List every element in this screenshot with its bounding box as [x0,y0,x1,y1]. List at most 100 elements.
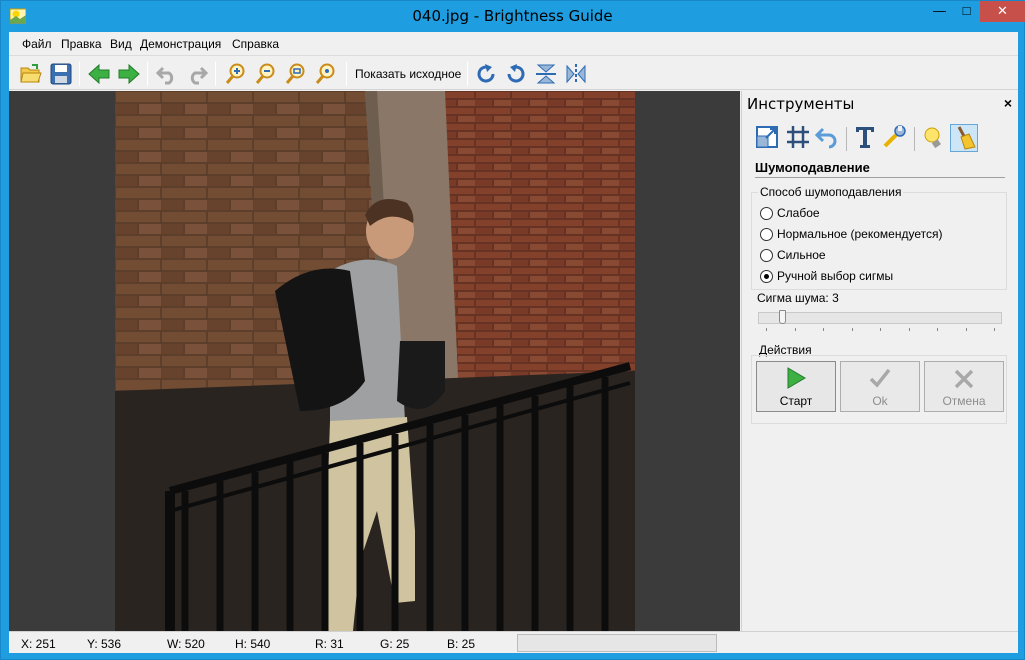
panel-close-icon[interactable]: × [1004,95,1012,111]
slider-tick [909,328,910,331]
slider-tick [795,328,796,331]
zoom-out-icon [255,63,275,84]
status-y: Y: 536 [87,637,122,651]
redo-button[interactable] [184,61,210,87]
flip-vertical-icon [536,64,556,84]
forward-icon [118,63,140,85]
noise-reduction-tool-button[interactable] [950,124,978,152]
show-original-button[interactable]: Показать исходное [355,67,461,81]
ok-button[interactable]: Ok [840,361,920,412]
zoom-actual-icon [315,63,335,84]
text-icon [856,127,874,148]
window-title: 040.jpg - Brightness Guide [412,7,613,25]
section-title: Шумоподавление [755,160,870,175]
sigma-label: Сигма шума: 3 [757,291,839,305]
undo-button[interactable] [154,61,180,87]
cancel-button[interactable]: Отмена [924,361,1004,412]
noise-method-group: Способ шумоподавления Слабое Нормальное … [751,185,1007,290]
menu-edit[interactable]: Правка [61,37,102,51]
zoom-fit-button[interactable] [282,61,308,87]
status-width: W: 520 [167,637,205,651]
rotate-ccw-button[interactable] [503,61,529,87]
zoom-in-button[interactable] [222,61,248,87]
grid-icon [787,126,809,148]
resize-icon [756,126,778,148]
rotate-ccw-icon [507,64,525,83]
image-viewport[interactable] [9,91,740,631]
noise-method-group-label: Способ шумоподавления [758,185,904,199]
minimize-button[interactable]: — [926,1,953,22]
photo-image [115,91,635,631]
ok-button-label: Ok [872,394,888,408]
brightness-tool-button[interactable] [920,124,948,152]
save-button[interactable] [48,61,74,87]
maximize-icon: □ [962,3,971,18]
undo-arrow-icon [814,127,837,149]
radio-label: Слабое [777,206,820,220]
maximize-button[interactable]: □ [953,1,980,22]
title-bar[interactable]: 040.jpg - Brightness Guide — □ ✕ [1,1,1025,32]
text-tool-button[interactable] [852,124,880,152]
status-blue: B: 25 [447,637,476,651]
zoom-fit-icon [285,63,305,84]
sigma-slider-track[interactable] [758,312,1002,324]
resize-tool-button[interactable] [754,124,782,152]
status-height: H: 540 [235,637,271,651]
open-icon [20,64,42,83]
slider-tick [823,328,824,331]
menu-view[interactable]: Вид [110,37,132,51]
wrench-icon [883,125,906,148]
slider-tick [966,328,967,331]
radio-circle[interactable] [760,270,773,283]
radio-label: Сильное [777,248,826,262]
tool-separator [914,127,915,151]
save-icon [50,63,72,85]
undo-tool-button[interactable] [814,124,842,152]
tools-panel-header: Инструменты × [742,91,1018,115]
wrench-tool-button[interactable] [882,124,910,152]
status-x: X: 251 [21,637,56,651]
app-window: 040.jpg - Brightness Guide — □ ✕ Файл Пр… [0,0,1025,660]
crop-grid-tool-button[interactable] [785,124,813,152]
toolbar-separator [346,62,347,86]
radio-label: Ручной выбор сигмы [777,269,894,283]
menu-help[interactable]: Справка [232,37,279,51]
flip-vertical-button[interactable] [533,61,559,87]
toolbar-separator [467,62,468,86]
back-icon [88,63,110,85]
slider-tick [880,328,881,331]
open-button[interactable] [18,61,44,87]
close-button[interactable]: ✕ [980,1,1025,22]
flip-horizontal-button[interactable] [563,61,589,87]
section-divider [755,177,1005,178]
start-button[interactable]: Старт [756,361,836,412]
radio-circle[interactable] [760,249,773,262]
slider-tick [766,328,767,331]
slider-tick [937,328,938,331]
radio-circle[interactable] [760,207,773,220]
cancel-button-label: Отмена [942,394,986,408]
slider-tick [852,328,853,331]
sigma-slider-thumb[interactable] [779,310,786,324]
radio-label: Нормальное (рекомендуется) [777,227,943,241]
menu-bar: Файл Правка Вид Демонстрация Справка [9,32,1018,56]
status-green: G: 25 [380,637,410,651]
broom-icon [957,126,976,150]
radio-circle[interactable] [760,228,773,241]
zoom-actual-button[interactable] [312,61,338,87]
start-button-label: Старт [779,394,813,408]
slider-tick [994,328,995,331]
bulb-icon [924,127,941,149]
rotate-cw-button[interactable] [473,61,499,87]
forward-button[interactable] [116,61,142,87]
close-icon: ✕ [997,3,1008,18]
tools-panel-title: Инструменты [747,95,855,113]
menu-demo[interactable]: Демонстрация [140,37,221,51]
back-button[interactable] [86,61,112,87]
status-progress-bar [517,634,717,652]
menu-file[interactable]: Файл [22,37,52,51]
zoom-out-button[interactable] [252,61,278,87]
zoom-in-icon [225,63,245,84]
status-bar: X: 251 Y: 536 W: 520 H: 540 R: 31 G: 25 … [9,631,1018,653]
rotate-cw-icon [477,64,495,83]
